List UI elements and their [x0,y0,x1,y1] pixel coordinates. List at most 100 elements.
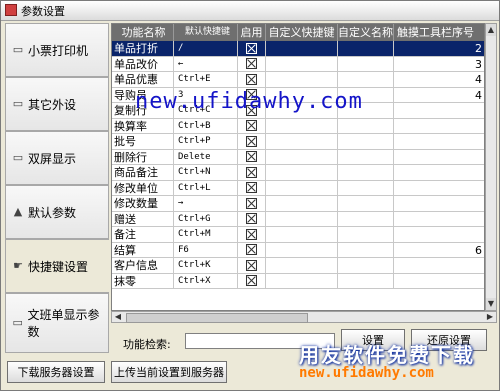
toolbar-order-cell[interactable] [394,165,484,180]
enabled-cell[interactable] [238,196,266,211]
scroll-up-icon[interactable]: ▲ [486,24,496,36]
default-shortcut-cell[interactable]: F6 [174,242,238,258]
custom-shortcut-cell[interactable] [266,242,338,258]
upload-settings-button[interactable]: 上传当前设置到服务器 [111,361,227,383]
table-row[interactable]: 备注 Ctrl+M [112,227,484,243]
custom-name-cell[interactable] [338,258,394,273]
enabled-checkbox[interactable] [246,135,257,147]
custom-shortcut-cell[interactable] [266,118,338,134]
function-name-cell[interactable]: 商品备注 [112,165,174,180]
table-row[interactable]: 修改数量 → [112,196,484,212]
table-row[interactable]: 赠送 Ctrl+G [112,211,484,227]
enabled-cell[interactable] [238,72,266,87]
enabled-cell[interactable] [238,56,266,72]
scroll-left-icon[interactable]: ◀ [112,312,124,322]
custom-name-cell[interactable] [338,56,394,72]
toolbar-order-cell[interactable] [394,196,484,211]
custom-shortcut-cell[interactable] [266,134,338,149]
function-name-cell[interactable]: 结算 [112,242,174,258]
sidebar-item-receipt-printer[interactable]: ▭ 小票打印机 [5,23,109,77]
function-name-cell[interactable]: 批号 [112,134,174,149]
table-row[interactable]: 抹零 Ctrl+X [112,273,484,289]
scroll-thumb[interactable] [126,313,308,323]
toolbar-order-cell[interactable]: 4 [394,88,484,103]
enabled-checkbox[interactable] [246,73,257,85]
enabled-checkbox[interactable] [246,259,257,271]
horizontal-scrollbar[interactable]: ◀ ▶ [111,311,497,323]
table-row[interactable]: 客户信息 Ctrl+K [112,258,484,274]
table-row[interactable]: 结算 F6 6 [112,242,484,258]
enabled-cell[interactable] [238,211,266,227]
custom-shortcut-cell[interactable] [266,227,338,242]
enabled-cell[interactable] [238,227,266,242]
table-row[interactable]: 批号 Ctrl+P [112,134,484,150]
toolbar-order-cell[interactable] [394,181,484,196]
custom-shortcut-cell[interactable] [266,258,338,273]
enabled-checkbox[interactable] [246,213,257,224]
custom-name-cell[interactable] [338,134,394,149]
sidebar-item-default-params[interactable]: ▲ 默认参数 [5,185,109,239]
toolbar-order-cell[interactable]: 3 [394,57,484,72]
scroll-right-icon[interactable]: ▶ [484,312,496,322]
table-row[interactable]: 换算率 Ctrl+B [112,118,484,134]
toolbar-order-cell[interactable]: 4 [394,72,484,87]
enabled-cell[interactable] [238,41,266,56]
enabled-checkbox[interactable] [246,275,257,286]
function-name-cell[interactable]: 换算率 [112,118,174,134]
enabled-cell[interactable] [238,258,266,273]
sidebar-item-other-devices[interactable]: ▭ 其它外设 [5,77,109,131]
enabled-checkbox[interactable] [246,166,257,178]
custom-shortcut-cell[interactable] [266,41,338,56]
sidebar-item-shortcut-settings[interactable]: ☛ 快捷键设置 [5,239,109,293]
default-shortcut-cell[interactable]: Ctrl+B [174,118,238,134]
default-shortcut-cell[interactable]: Ctrl+G [174,211,238,227]
custom-name-cell[interactable] [338,211,394,227]
sidebar-item-dual-screen[interactable]: ▭ 双屏显示 [5,131,109,185]
custom-name-cell[interactable] [338,72,394,87]
custom-name-cell[interactable] [338,242,394,258]
function-name-cell[interactable]: 单品改价 [112,56,174,72]
default-shortcut-cell[interactable]: → [174,196,238,211]
column-header[interactable]: 功能名称 [112,24,174,41]
sidebar-item-display-params[interactable]: ▭ 文班单显示参数 [5,293,109,353]
toolbar-order-cell[interactable] [394,150,484,165]
enabled-cell[interactable] [238,134,266,149]
table-row[interactable]: 单品改价 ← 3 [112,56,484,72]
default-shortcut-cell[interactable]: Ctrl+L [174,180,238,196]
toolbar-order-cell[interactable] [394,212,484,227]
custom-shortcut-cell[interactable] [266,72,338,87]
enabled-checkbox[interactable] [246,120,257,131]
table-row[interactable]: 单品优惠 Ctrl+E 4 [112,72,484,88]
function-name-cell[interactable]: 赠送 [112,211,174,227]
column-header[interactable]: 自定义名称 [338,24,394,41]
download-server-settings-button[interactable]: 下载服务器设置 [7,361,105,383]
enabled-checkbox[interactable] [246,151,257,162]
custom-name-cell[interactable] [338,149,394,165]
function-name-cell[interactable]: 抹零 [112,273,174,289]
function-name-cell[interactable]: 单品打折 [112,41,174,56]
custom-name-cell[interactable] [338,180,394,196]
toolbar-order-cell[interactable] [394,103,484,118]
function-name-cell[interactable]: 删除行 [112,149,174,165]
custom-name-cell[interactable] [338,165,394,180]
enabled-checkbox[interactable] [246,244,257,255]
enabled-cell[interactable] [238,118,266,134]
default-shortcut-cell[interactable]: ← [174,56,238,72]
custom-name-cell[interactable] [338,41,394,56]
default-shortcut-cell[interactable]: Ctrl+P [174,134,238,149]
enabled-checkbox[interactable] [246,42,257,54]
enabled-cell[interactable] [238,242,266,258]
function-name-cell[interactable]: 备注 [112,227,174,242]
enabled-checkbox[interactable] [246,228,257,240]
enabled-checkbox[interactable] [246,197,257,209]
scroll-down-icon[interactable]: ▼ [486,298,496,310]
column-header[interactable]: 默认快捷键 [174,24,238,41]
toolbar-order-cell[interactable]: 2 [394,41,484,56]
table-row[interactable]: 修改单位 Ctrl+L [112,180,484,196]
function-name-cell[interactable]: 修改单位 [112,180,174,196]
enabled-checkbox[interactable] [246,58,257,69]
enabled-cell[interactable] [238,165,266,180]
custom-name-cell[interactable] [338,273,394,289]
column-header[interactable]: 触摸工具栏序号 [394,24,484,41]
toolbar-order-cell[interactable] [394,258,484,273]
